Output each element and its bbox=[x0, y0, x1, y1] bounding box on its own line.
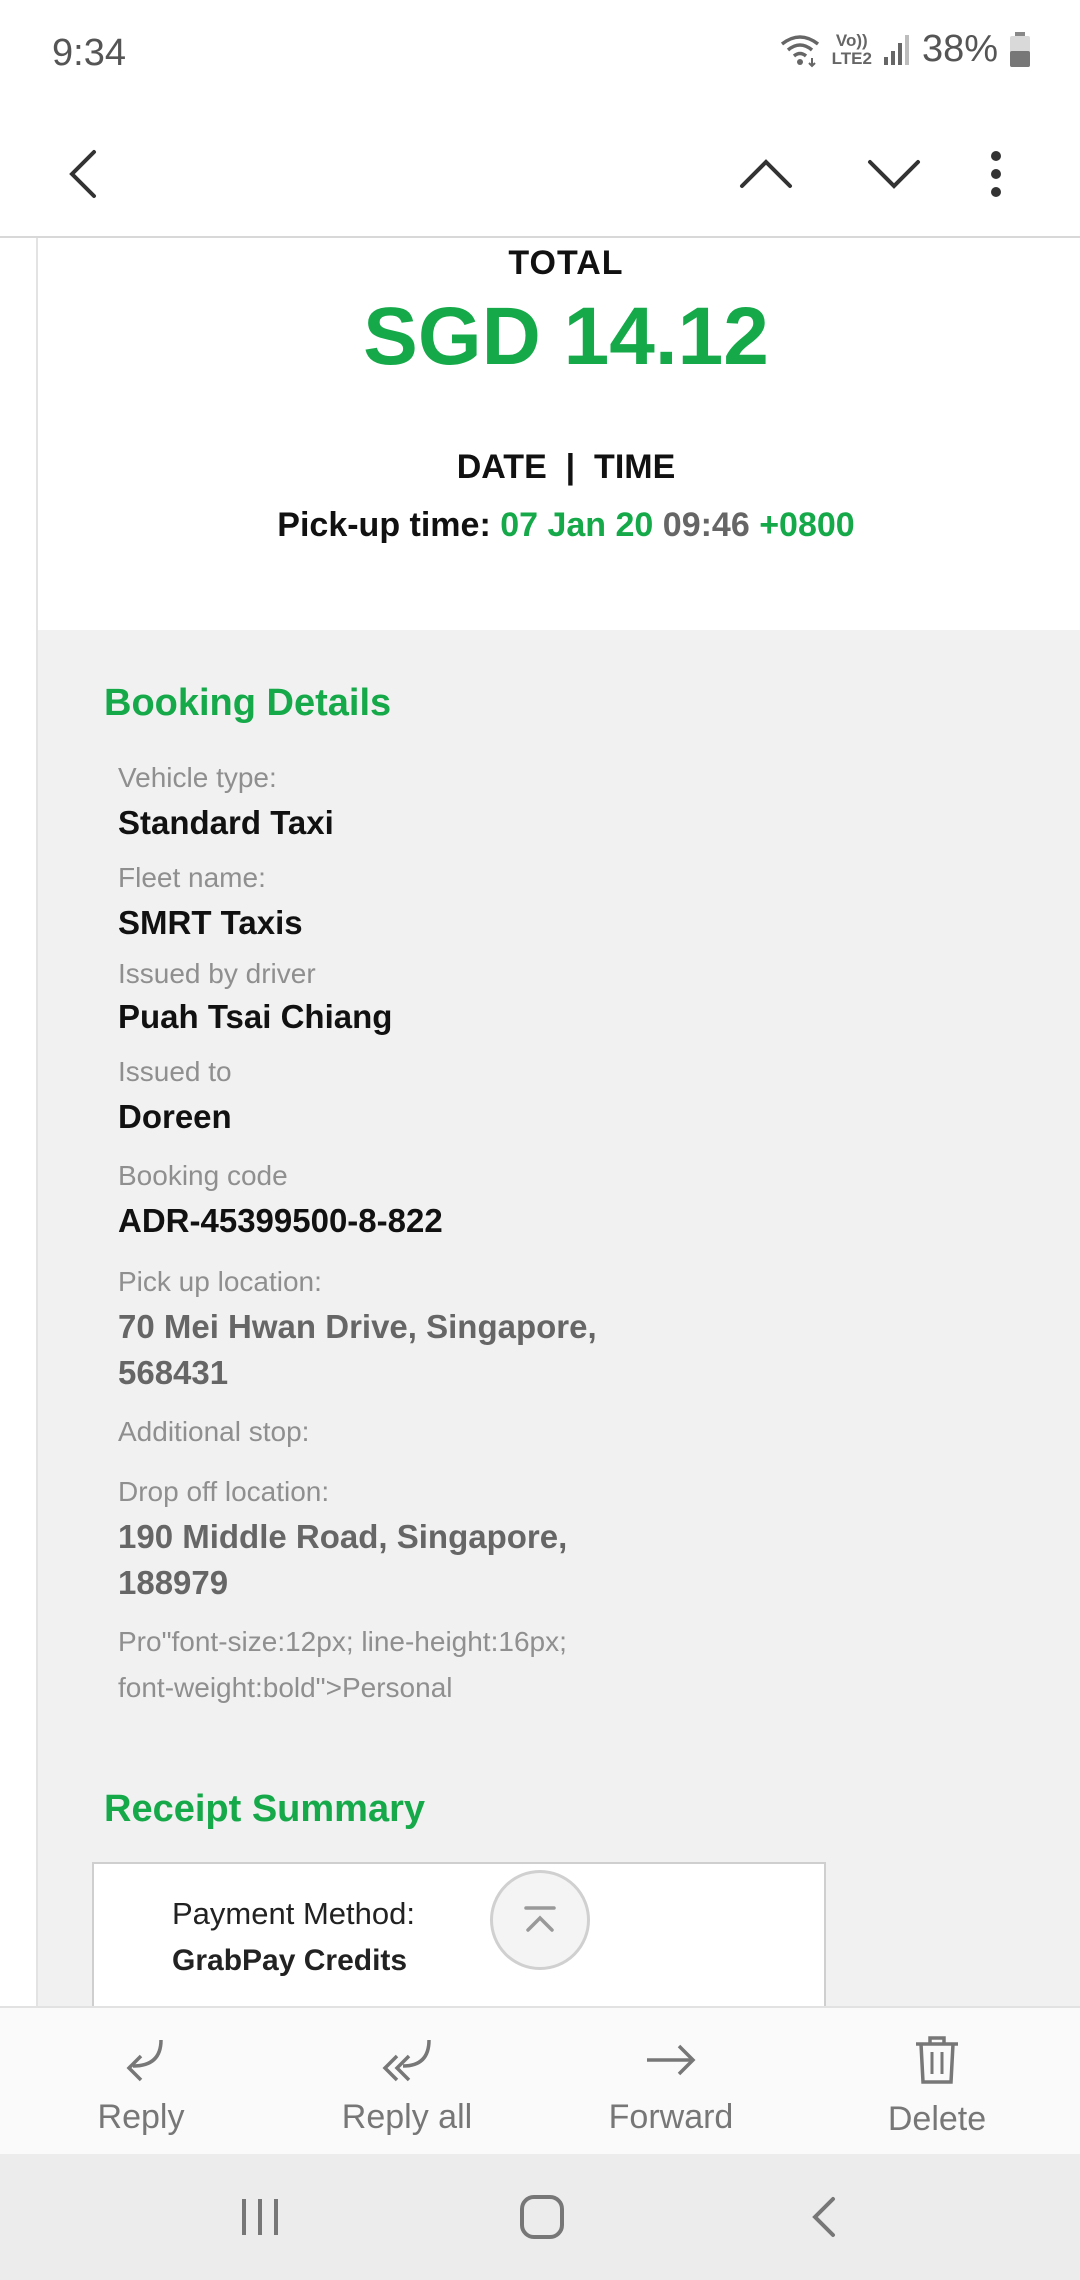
vehicle-type-label: Vehicle type: bbox=[118, 762, 277, 793]
home-icon bbox=[520, 2195, 564, 2239]
status-time: 9:34 bbox=[52, 32, 126, 74]
more-vert-icon bbox=[991, 151, 1001, 197]
payment-method-value: GrabPay Credits bbox=[172, 1944, 408, 1977]
forward-label: Forward bbox=[608, 2098, 734, 2136]
profile-raw-line2: font-weight:bold">Personal bbox=[118, 1672, 453, 1703]
dropoff-location-line1: 190 Middle Road, Singapore, bbox=[118, 1518, 568, 1555]
system-nav-bar bbox=[0, 2154, 1080, 2280]
pickup-time-line: Pick-up time: 07 Jan 20 09:46 +0800 bbox=[0, 506, 1080, 545]
pickup-location-line2: 568431 bbox=[118, 1354, 229, 1391]
reply-all-button[interactable]: Reply all bbox=[272, 2008, 542, 2156]
booking-code-label: Booking code bbox=[118, 1160, 288, 1191]
reply-all-label: Reply all bbox=[341, 2098, 473, 2136]
delete-button[interactable]: Delete bbox=[802, 2008, 1072, 2156]
payment-method-label: Payment Method: bbox=[172, 1896, 415, 1931]
volte-indicator: Vo)) LTE2 bbox=[831, 30, 872, 68]
forward-button[interactable]: Forward bbox=[536, 2008, 806, 2156]
dropoff-location-label: Drop off location: bbox=[118, 1476, 330, 1507]
vehicle-type-value: Standard Taxi bbox=[118, 804, 334, 841]
recent-apps-icon bbox=[242, 2199, 278, 2235]
total-amount: SGD 14.12 bbox=[363, 291, 769, 382]
home-button[interactable] bbox=[482, 2172, 602, 2262]
chevron-down-icon bbox=[868, 160, 920, 189]
pickup-location-line1: 70 Mei Hwan Drive, Singapore, bbox=[118, 1308, 597, 1345]
date-time-heading: DATE | TIME bbox=[456, 448, 676, 486]
delete-label: Delete bbox=[887, 2100, 987, 2138]
reply-icon bbox=[126, 2039, 163, 2082]
dropoff-location-line2: 188979 bbox=[118, 1564, 229, 1601]
pickup-timezone: +0800 bbox=[759, 506, 855, 544]
trash-icon bbox=[916, 2036, 958, 2084]
next-email-button[interactable] bbox=[846, 126, 942, 222]
back-arrow-icon bbox=[69, 150, 96, 198]
reply-all-icon bbox=[382, 2039, 431, 2082]
issued-to-value: Doreen bbox=[118, 1098, 232, 1135]
booking-details-title: Booking Details bbox=[104, 682, 392, 724]
battery-icon bbox=[1010, 31, 1030, 67]
nav-back-icon bbox=[812, 2197, 835, 2237]
payment-summary-card: Payment Method: GrabPay Credits bbox=[92, 1862, 826, 2006]
booking-code-value: ADR-45399500-8-822 bbox=[118, 1202, 443, 1239]
reply-button[interactable]: Reply bbox=[6, 2008, 276, 2156]
status-bar: 9:34 Vo)) LTE2 38% bbox=[0, 0, 1080, 110]
chevron-up-icon bbox=[740, 159, 792, 188]
scroll-to-top-icon bbox=[524, 1906, 556, 1932]
more-options-button[interactable] bbox=[948, 126, 1044, 222]
fleet-name-value: SMRT Taxis bbox=[118, 904, 303, 941]
email-viewer-screen: 9:34 Vo)) LTE2 38% TOTAL SGD 14.12 DATE … bbox=[0, 0, 1080, 2280]
system-back-button[interactable] bbox=[764, 2172, 884, 2262]
previous-email-button[interactable] bbox=[718, 126, 814, 222]
additional-stop-label: Additional stop: bbox=[118, 1416, 310, 1447]
total-label: TOTAL bbox=[508, 244, 624, 282]
pickup-clock-time: 09:46 bbox=[653, 506, 760, 544]
driver-label: Issued by driver bbox=[118, 958, 316, 989]
email-action-bar: Reply Reply all Forward Delete bbox=[0, 2006, 1080, 2154]
receipt-summary-title: Receipt Summary bbox=[104, 1788, 426, 1830]
fleet-name-label: Fleet name: bbox=[118, 862, 266, 893]
pickup-time-prefix: Pick-up time: bbox=[277, 506, 501, 544]
battery-percent: 38% bbox=[921, 28, 998, 70]
scroll-to-top-button[interactable] bbox=[490, 1870, 590, 1970]
status-icons: Vo)) LTE2 38% bbox=[778, 28, 1032, 71]
reply-label: Reply bbox=[97, 2098, 185, 2136]
lte-label: LTE2 bbox=[831, 48, 872, 68]
email-body[interactable]: TOTAL SGD 14.12 DATE | TIME Pick-up time… bbox=[0, 238, 1080, 2006]
recent-apps-button[interactable] bbox=[200, 2172, 320, 2262]
back-button[interactable] bbox=[36, 126, 132, 222]
pickup-date: 07 Jan 20 bbox=[500, 506, 654, 544]
volte-label: Vo)) bbox=[835, 30, 868, 50]
forward-icon bbox=[647, 2044, 696, 2076]
issued-to-label: Issued to bbox=[118, 1056, 232, 1087]
signal-icon bbox=[883, 34, 909, 65]
wifi-icon bbox=[780, 34, 819, 67]
driver-value: Puah Tsai Chiang bbox=[118, 998, 393, 1035]
app-bar bbox=[0, 110, 1080, 238]
profile-raw-line1: Pro"font-size:12px; line-height:16px; bbox=[118, 1626, 567, 1657]
pickup-location-label: Pick up location: bbox=[118, 1266, 322, 1297]
